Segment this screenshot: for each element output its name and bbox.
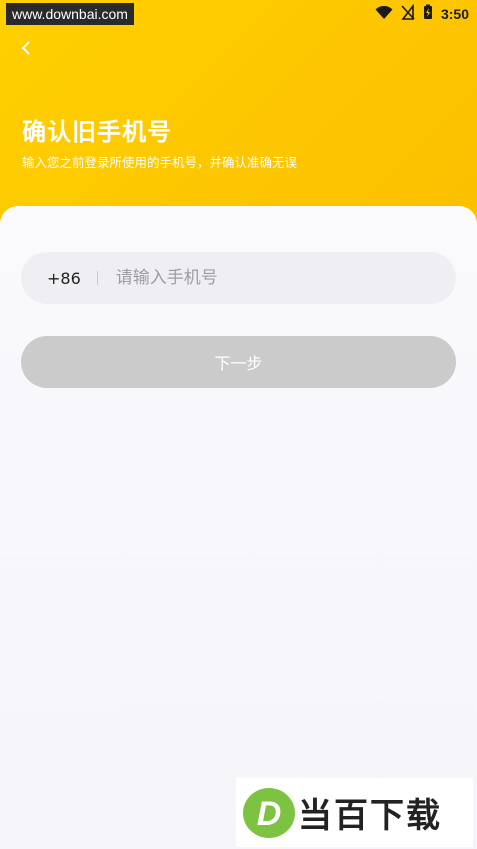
- form-card: +86 下一步: [0, 206, 477, 849]
- back-button[interactable]: [12, 36, 40, 64]
- site-watermark: www.downbai.com: [6, 3, 134, 25]
- status-icons: 3:50: [375, 3, 469, 24]
- phone-input[interactable]: [113, 267, 418, 289]
- logo-letter: D: [257, 795, 282, 833]
- chevron-left-icon: [20, 40, 32, 60]
- page-title: 确认旧手机号: [22, 118, 172, 146]
- country-code-selector[interactable]: +86: [47, 269, 81, 288]
- phone-field[interactable]: +86: [21, 252, 456, 304]
- page-subtitle: 输入您之前登录所使用的手机号，并确认准确无误: [22, 155, 298, 170]
- wifi-icon: [375, 5, 393, 24]
- status-bar: www.downbai.com 3:50: [0, 0, 477, 28]
- no-signal-icon: [401, 3, 415, 24]
- next-button[interactable]: 下一步: [21, 336, 456, 388]
- battery-charging-icon: [423, 4, 433, 24]
- logo-text: 当百下载: [298, 796, 442, 836]
- status-time: 3:50: [440, 6, 469, 22]
- logo-d-icon: D: [243, 787, 295, 838]
- watermark-logo: D 当百下载: [236, 778, 473, 847]
- screen: www.downbai.com 3:50 确认旧手机号 输入您之前登录所使用的手…: [0, 0, 477, 849]
- field-divider: [96, 271, 98, 285]
